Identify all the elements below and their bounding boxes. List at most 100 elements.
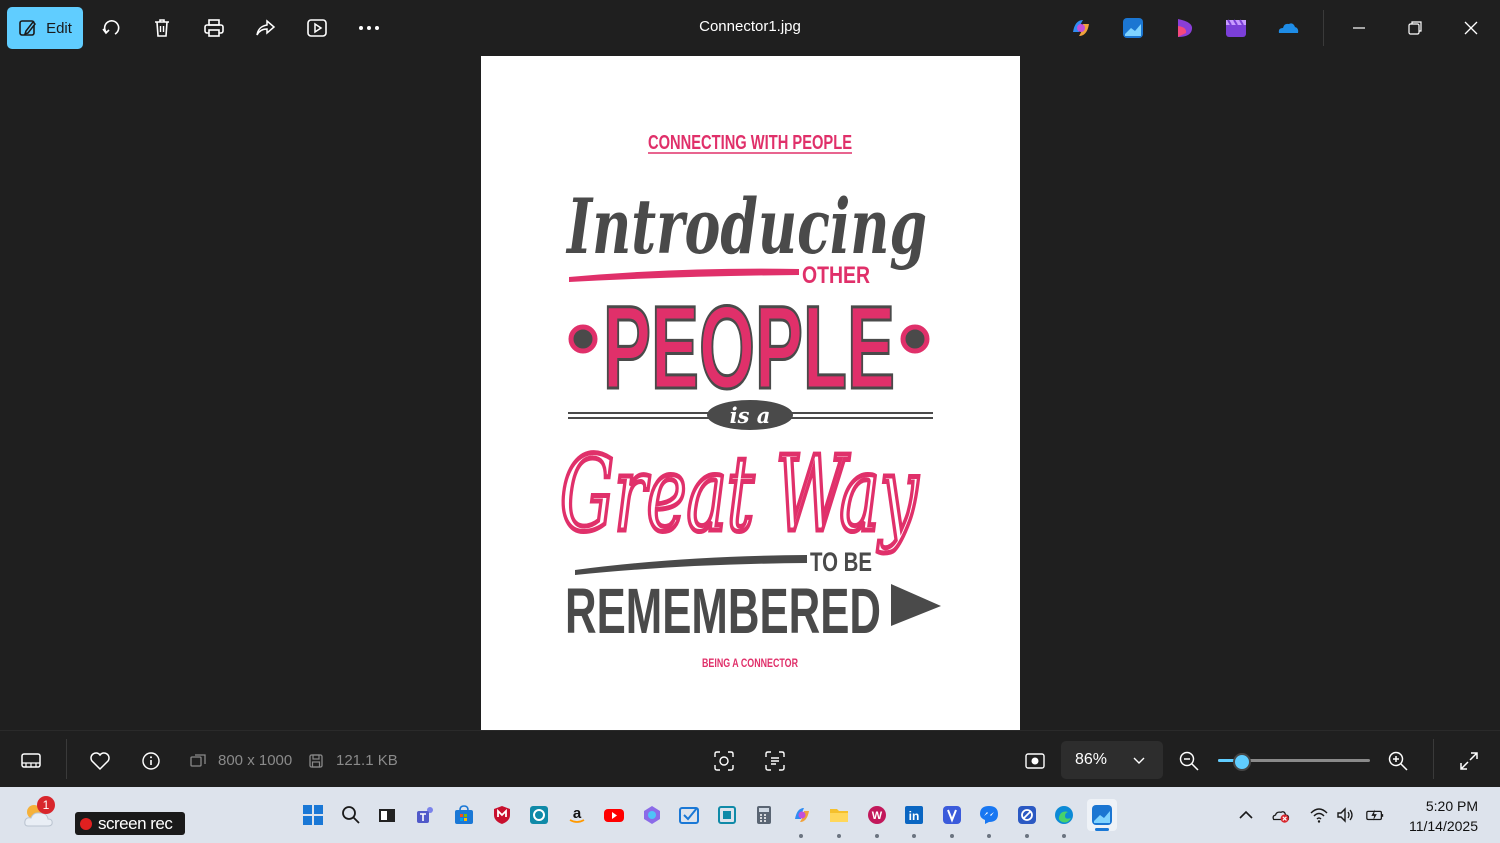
- copilot-app-icon[interactable]: [791, 804, 813, 826]
- svg-text:in: in: [909, 809, 920, 823]
- scan-text-icon[interactable]: [763, 749, 787, 773]
- onedrive-icon[interactable]: [1276, 16, 1300, 40]
- clock-date: 11/14/2025: [1408, 818, 1478, 834]
- youtube-icon[interactable]: [603, 804, 625, 826]
- svg-text:W: W: [872, 810, 883, 822]
- clipchamp-icon[interactable]: [1224, 16, 1248, 40]
- info-bar: 800 x 1000 121.1 KB 86%: [0, 730, 1500, 788]
- running-indicator: [1025, 834, 1029, 838]
- network-app-icon[interactable]: [1016, 804, 1038, 826]
- proton-vpn-icon[interactable]: [941, 804, 963, 826]
- chevron-down-icon: [1133, 757, 1145, 764]
- minimize-icon[interactable]: [1345, 14, 1373, 42]
- poster-introducing: Introducing: [566, 182, 927, 271]
- filmstrip-icon[interactable]: [19, 749, 43, 773]
- photos-app-icon[interactable]: [1121, 16, 1145, 40]
- zoom-slider[interactable]: [1218, 753, 1370, 771]
- webex-icon[interactable]: W: [866, 804, 888, 826]
- app-o-icon[interactable]: [528, 804, 550, 826]
- running-indicator: [950, 834, 954, 838]
- wifi-icon[interactable]: [1309, 806, 1329, 824]
- calculator-icon[interactable]: [753, 804, 775, 826]
- photos-taskbar-active[interactable]: [1087, 799, 1117, 831]
- todo-icon[interactable]: [678, 804, 700, 826]
- clock-time: 5:20 PM: [1425, 798, 1478, 814]
- linkedin-icon[interactable]: in: [903, 804, 925, 826]
- poster-is-a: is a: [730, 403, 771, 428]
- system-clock[interactable]: 5:20 PM 11/14/2025: [1409, 796, 1478, 836]
- edit-image-icon: [19, 20, 37, 36]
- snipping-tool-icon[interactable]: [716, 804, 738, 826]
- file-size-icon: [304, 749, 328, 773]
- poster-great-way: Great Way: [560, 433, 919, 555]
- visual-search-icon[interactable]: [712, 749, 736, 773]
- copilot-icon[interactable]: [1069, 16, 1093, 40]
- share-icon[interactable]: [252, 14, 280, 42]
- poster-bottom-line: BEING A CONNECTOR: [702, 656, 798, 670]
- file-explorer-icon[interactable]: [828, 804, 850, 826]
- ms-store-icon[interactable]: [453, 804, 475, 826]
- photos-taskbar-icon: [1092, 805, 1112, 825]
- zoom-level: 86%: [1075, 751, 1108, 768]
- more-options-icon[interactable]: [355, 14, 383, 42]
- designer-app-icon[interactable]: [1173, 16, 1197, 40]
- running-indicator: [875, 834, 879, 838]
- image-dimensions: 800 x 1000: [218, 752, 293, 769]
- running-indicator: [837, 834, 841, 838]
- rotate-icon[interactable]: [97, 14, 125, 42]
- poster-dot-right: [900, 324, 930, 354]
- delete-icon[interactable]: [148, 14, 176, 42]
- running-indicator: [799, 834, 803, 838]
- running-indicator: [912, 834, 916, 838]
- infobar-divider-2: [1433, 739, 1434, 779]
- poster-to-be: TO BE: [810, 547, 872, 577]
- screenrec-watermark: screen rec: [75, 812, 185, 835]
- onedrive-error-icon[interactable]: [1271, 806, 1291, 824]
- favorite-heart-icon[interactable]: [88, 749, 112, 773]
- weather-notification-badge: 1: [37, 796, 55, 814]
- print-icon[interactable]: [200, 14, 228, 42]
- mcafee-icon[interactable]: [491, 804, 513, 826]
- poster-people: PEOPLE: [603, 282, 895, 414]
- record-dot-icon: [80, 817, 92, 830]
- zoom-in-icon[interactable]: [1386, 749, 1410, 773]
- active-app-indicator: [1095, 828, 1109, 831]
- toolbar-divider: [1323, 10, 1324, 46]
- file-title: Connector1.jpg: [699, 18, 801, 35]
- edge-browser-icon[interactable]: [1053, 804, 1075, 826]
- poster-arrow: [891, 584, 941, 626]
- teams-icon[interactable]: [415, 804, 437, 826]
- poster-image: CONNECTING WITH PEOPLE Introducing OTHER…: [558, 132, 941, 670]
- zoom-slider-thumb[interactable]: [1233, 753, 1252, 771]
- restore-icon[interactable]: [1401, 14, 1429, 42]
- volume-icon[interactable]: [1336, 806, 1356, 824]
- task-view-icon[interactable]: [378, 806, 396, 824]
- file-info-icon[interactable]: [139, 749, 163, 773]
- zoom-out-icon[interactable]: [1177, 749, 1201, 773]
- running-indicator: [987, 834, 991, 838]
- fullscreen-icon[interactable]: [1457, 749, 1481, 773]
- start-windows-icon[interactable]: [303, 805, 323, 825]
- messenger-icon[interactable]: [978, 804, 1000, 826]
- top-toolbar: Edit Connector1.jpg: [0, 0, 1500, 56]
- file-size: 121.1 KB: [336, 752, 398, 769]
- battery-charging-icon[interactable]: [1365, 806, 1385, 824]
- svg-text:a: a: [573, 805, 582, 822]
- poster-dot-left: [568, 324, 598, 354]
- search-icon[interactable]: [341, 805, 361, 825]
- zoom-dropdown[interactable]: 86%: [1061, 741, 1163, 779]
- resolution-icon: [186, 749, 210, 773]
- amazon-icon[interactable]: a: [566, 804, 588, 826]
- edit-button[interactable]: Edit: [7, 7, 83, 49]
- actual-size-icon[interactable]: [1023, 749, 1047, 773]
- poster-top-line: CONNECTING WITH PEOPLE: [648, 132, 852, 154]
- slideshow-icon[interactable]: [303, 14, 331, 42]
- copilot-taskbar-icon[interactable]: [641, 804, 663, 826]
- infobar-divider-1: [66, 739, 67, 779]
- running-indicator: [1062, 834, 1066, 838]
- image-canvas[interactable]: CONNECTING WITH PEOPLE Introducing OTHER…: [481, 56, 1020, 730]
- close-icon[interactable]: [1457, 14, 1485, 42]
- edit-button-label: Edit: [46, 19, 72, 37]
- chevron-up-icon[interactable]: [1236, 806, 1256, 824]
- poster-remembered: REMEMBERED: [565, 575, 881, 647]
